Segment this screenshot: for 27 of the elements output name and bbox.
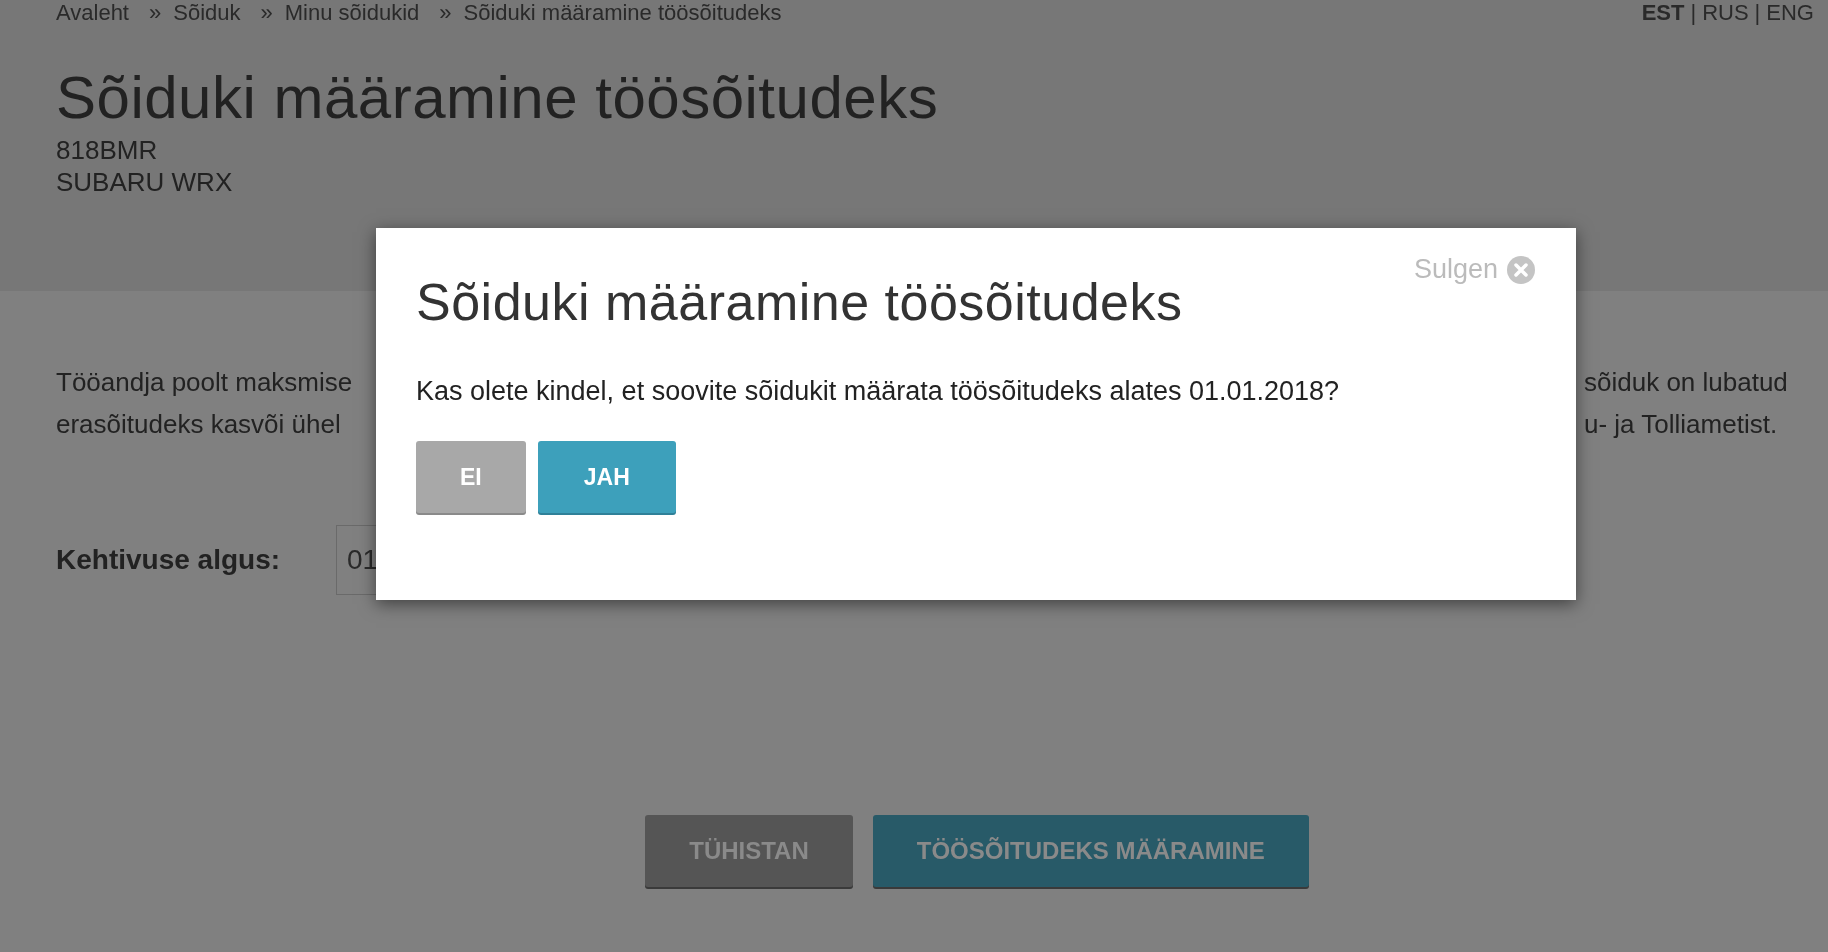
dialog-message: Kas olete kindel, et soovite sõidukit määrata töösõitudeks alates 01.01.2018?	[416, 376, 1341, 407]
language-link[interactable]: ENG	[1766, 0, 1814, 26]
page-title: Sõiduki määramine töösõitudeks	[56, 66, 940, 130]
no-button[interactable]: EI	[416, 441, 526, 513]
paragraph-line: u- ja Tolliametist.	[1584, 408, 1779, 441]
breadcrumb-separator: »	[260, 0, 273, 26]
language-link[interactable]: RUS	[1702, 0, 1749, 26]
plate-number: 818BMR	[56, 134, 159, 166]
breadcrumb-link[interactable]: Sõiduk	[173, 0, 241, 26]
breadcrumb-separator: »	[149, 0, 162, 26]
field-label: Kehtivuse algus:	[56, 544, 282, 576]
yes-button[interactable]: JAH	[537, 441, 676, 513]
assign-button[interactable]: TÖÖSÕITUDEKS MÄÄRAMINE	[872, 815, 1309, 887]
paragraph-line: Tööandja poolt maksmise	[56, 366, 353, 399]
dialog-title: Sõiduki määramine töösõitudeks	[416, 272, 1184, 332]
breadcrumb-link[interactable]: Minu sõidukid	[284, 0, 420, 26]
breadcrumb-link[interactable]: Sõiduki määramine töösõitudeks	[463, 0, 782, 26]
language-divider: |	[1690, 0, 1697, 26]
breadcrumb-link[interactable]: Avaleht	[56, 0, 129, 26]
close-icon	[1506, 254, 1536, 285]
paragraph-line: erasõitudeks kasvõi ühel	[56, 408, 342, 441]
language-link[interactable]: EST	[1641, 0, 1685, 26]
vehicle-model: SUBARU WRX	[56, 166, 234, 198]
language-divider: |	[1754, 0, 1761, 26]
breadcrumb-separator: »	[439, 0, 452, 26]
close-button[interactable]: Sulgen	[1413, 254, 1536, 285]
paragraph-line: sõiduk on lubatud	[1584, 366, 1789, 399]
